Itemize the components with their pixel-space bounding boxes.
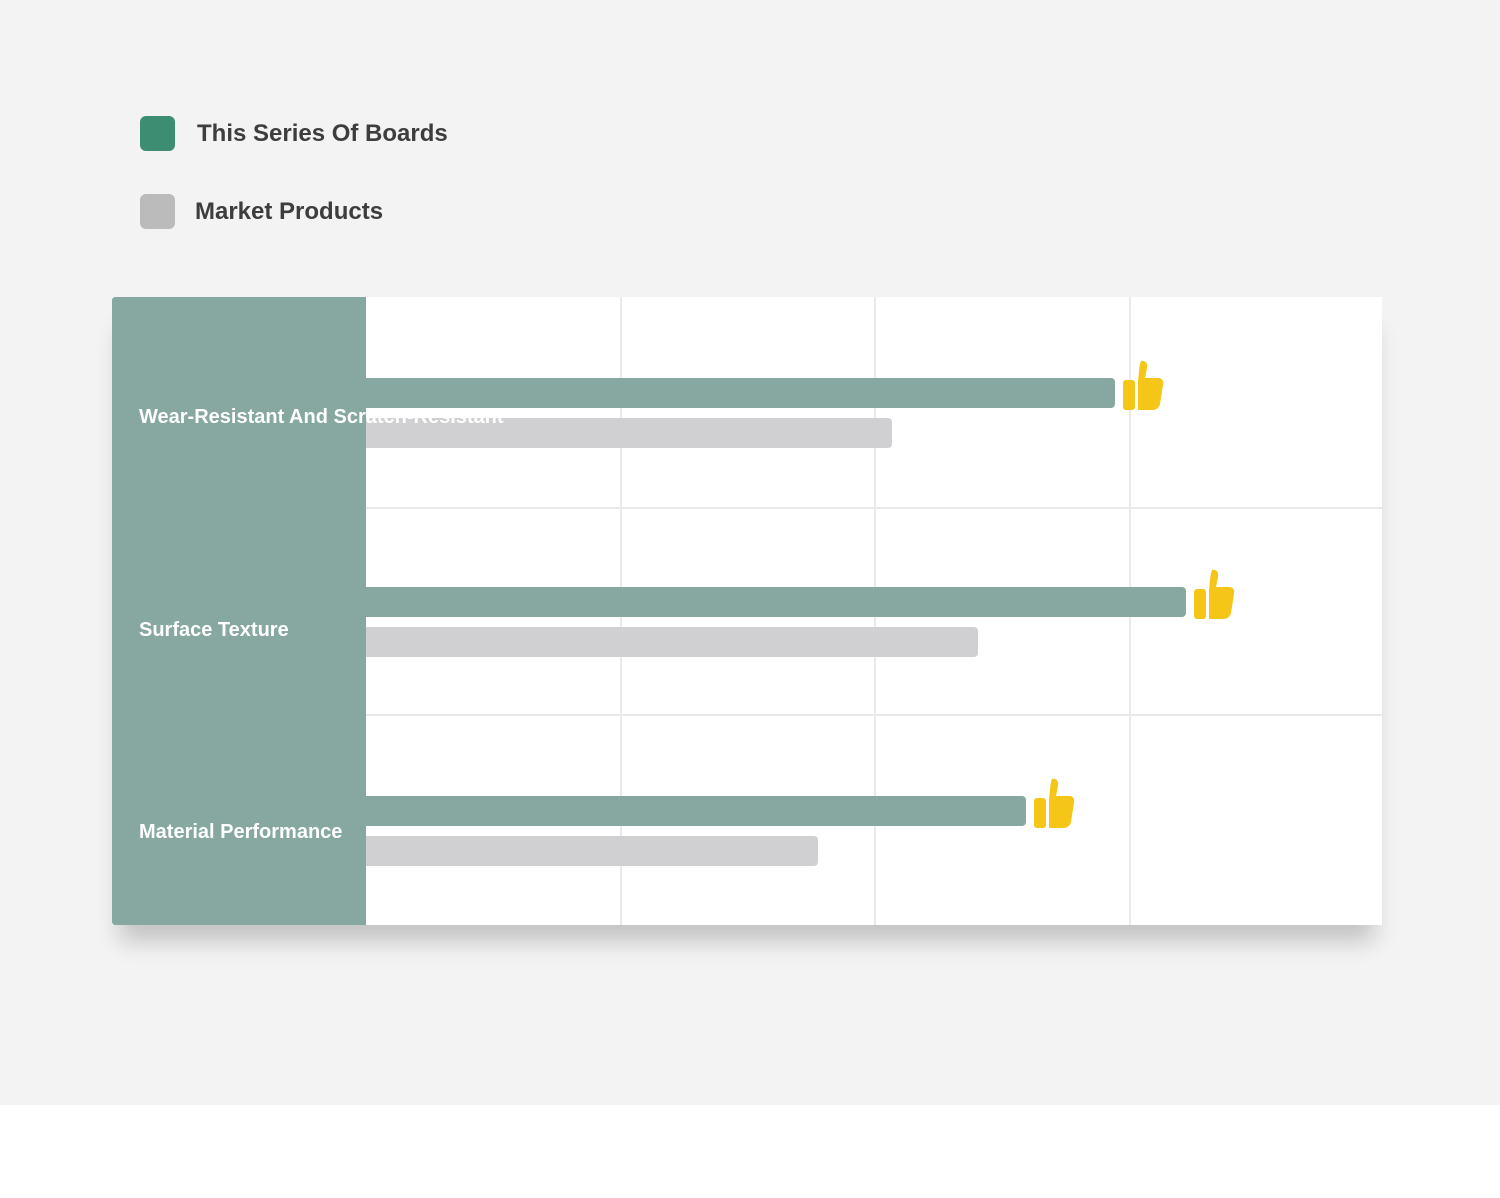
legend-swatch-this-series	[140, 116, 175, 151]
legend-label-market-products: Market Products	[195, 198, 384, 225]
chart-panel: Wear-Resistant And Scratch-Resistant Sur…	[112, 297, 1382, 925]
category-column: Wear-Resistant And Scratch-Resistant Sur…	[112, 297, 504, 925]
legend-swatch-market-products	[140, 194, 175, 229]
thumbs-up-icon	[1192, 568, 1236, 620]
bar-market-products-material-performance	[366, 836, 819, 866]
category-label-wear-resistant: Wear-Resistant And Scratch-Resistant	[139, 406, 504, 428]
bar-this-series-material-performance	[366, 796, 1027, 826]
bar-market-products-surface-texture	[366, 627, 979, 657]
gridline-horizontal	[366, 714, 1382, 716]
category-label-surface-texture: Surface Texture	[139, 619, 289, 641]
bar-this-series-surface-texture	[366, 587, 1187, 617]
thumbs-up-icon	[1121, 359, 1165, 411]
category-label-material-performance: Material Performance	[139, 821, 343, 843]
gridline-horizontal	[366, 507, 1382, 509]
thumbs-up-icon	[1032, 777, 1076, 829]
legend-label-this-series: This Series Of Boards	[197, 120, 448, 147]
plot-area	[366, 297, 1382, 925]
bar-this-series-wear-resistant	[366, 378, 1116, 408]
